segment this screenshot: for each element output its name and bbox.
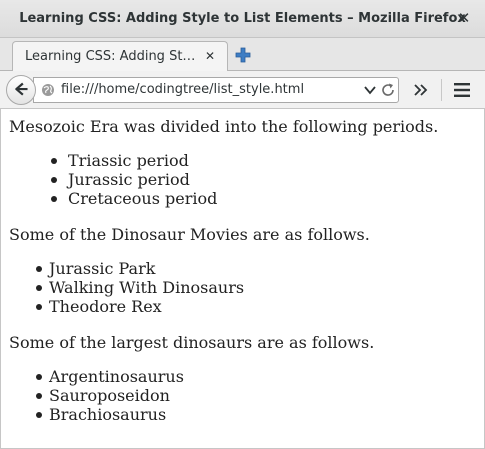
bullet-icon	[36, 412, 42, 418]
section-intro: Mesozoic Era was divided into the follow…	[9, 117, 439, 136]
list-item-text: Brachiosaurus	[49, 405, 167, 424]
tab-close-icon[interactable]: ✕	[203, 49, 217, 63]
overflow-chevron-icon[interactable]	[412, 81, 430, 99]
section-intro: Some of the Dinosaur Movies are as follo…	[9, 225, 370, 244]
list-item-text: Walking With Dinosaurs	[49, 278, 245, 297]
list-item-text: Jurassic Park	[49, 259, 156, 278]
page-content: Mesozoic Era was divided into the follow…	[0, 109, 485, 449]
hamburger-menu-icon[interactable]	[453, 82, 471, 98]
bullet-icon	[36, 393, 42, 399]
url-bar[interactable]: file:///home/codingtree/list_style.html	[33, 77, 399, 103]
list-item-text: Argentinosaurus	[49, 367, 184, 386]
url-dropdown-icon[interactable]	[364, 85, 376, 95]
bullet-icon	[51, 158, 57, 164]
list-item-text: Theodore Rex	[49, 297, 162, 316]
bullet-icon	[36, 304, 42, 310]
bullet-icon	[36, 285, 42, 291]
bullet-icon	[51, 196, 57, 202]
back-arrow-icon	[15, 82, 28, 96]
navigation-bar: file:///home/codingtree/list_style.html	[0, 71, 485, 109]
list-item-text: Triassic period	[68, 151, 189, 170]
list-item-text: Jurassic period	[68, 170, 190, 189]
bullet-icon	[36, 374, 42, 380]
reload-icon[interactable]	[380, 82, 396, 98]
list-item-text: Cretaceous period	[68, 189, 218, 208]
site-identity-icon[interactable]	[41, 83, 55, 97]
back-button[interactable]	[6, 75, 36, 105]
tab-active[interactable]: Learning CSS: Adding St… ✕	[12, 41, 228, 71]
list-item-text: Sauroposeidon	[49, 386, 170, 405]
bullet-icon	[36, 266, 42, 272]
tab-title: Learning CSS: Adding St…	[25, 49, 196, 64]
new-tab-plus-icon[interactable]	[234, 46, 252, 64]
bullet-icon	[51, 177, 57, 183]
window-titlebar[interactable]: Learning CSS: Adding Style to List Eleme…	[0, 0, 485, 38]
tab-strip: Learning CSS: Adding St… ✕	[0, 38, 485, 71]
url-text[interactable]: file:///home/codingtree/list_style.html	[61, 78, 304, 102]
toolbar-divider	[441, 79, 442, 101]
window-close-icon[interactable]: ✕	[455, 9, 473, 27]
window-title: Learning CSS: Adding Style to List Eleme…	[19, 11, 466, 26]
section-intro: Some of the largest dinosaurs are as fol…	[9, 333, 375, 352]
